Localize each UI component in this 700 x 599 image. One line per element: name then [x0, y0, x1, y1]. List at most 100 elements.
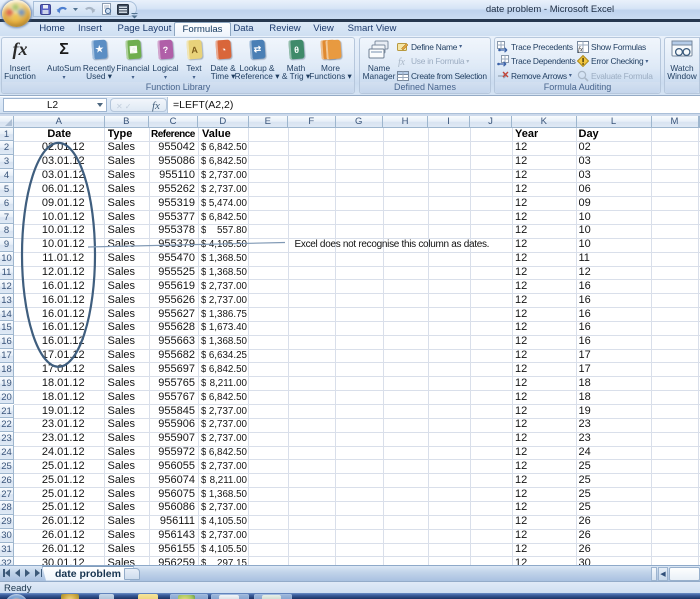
row-header-8[interactable]: 8: [0, 224, 14, 239]
taskbar-app-button-2[interactable]: [211, 593, 249, 599]
insert-function-button[interactable]: fx Insert Function: [2, 38, 38, 81]
insert-function-icon[interactable]: fx: [152, 100, 160, 112]
row-header-20[interactable]: 20: [0, 390, 14, 405]
trace-dependents-button[interactable]: Trace Dependents: [497, 54, 576, 68]
cell-value[interactable]: 6,634.25: [190, 349, 247, 363]
cell-date[interactable]: 03.01.12: [14, 169, 113, 183]
tab-view[interactable]: View: [303, 22, 344, 36]
cell-date[interactable]: 10.01.12: [14, 238, 113, 252]
cell-value[interactable]: 8,211.00: [190, 474, 247, 488]
cell-reference[interactable]: 955682: [149, 349, 195, 363]
cell-reference[interactable]: 955377: [149, 211, 195, 225]
formula-input[interactable]: =LEFT(A2,2): [167, 96, 700, 113]
cell-day[interactable]: 11: [579, 252, 590, 266]
cell-day[interactable]: 18: [579, 377, 591, 391]
cell-day[interactable]: 26: [579, 515, 591, 529]
cell-year[interactable]: 12: [515, 460, 527, 474]
cell-value[interactable]: 4,105.50: [190, 543, 247, 557]
cell-value[interactable]: 4,105.50: [190, 238, 247, 252]
cell-date[interactable]: 25.01.12: [14, 501, 113, 515]
row-header-12[interactable]: 12: [0, 279, 14, 294]
cell-date[interactable]: 25.01.12: [14, 474, 113, 488]
cell-type[interactable]: Sales: [108, 321, 136, 335]
cell-type[interactable]: Sales: [108, 474, 136, 488]
cell-date[interactable]: 06.01.12: [14, 183, 113, 197]
cell-year[interactable]: 12: [515, 155, 527, 169]
cell-day[interactable]: 10: [579, 224, 591, 238]
cell-reference[interactable]: 955767: [149, 391, 195, 405]
cell-reference[interactable]: 956086: [149, 501, 195, 515]
taskbar-app-button-1[interactable]: [170, 593, 208, 599]
cell-reference[interactable]: 955626: [149, 294, 195, 308]
cell-year[interactable]: 12: [515, 197, 527, 211]
cell-date[interactable]: 25.01.12: [14, 488, 113, 502]
cell-year[interactable]: 12: [515, 501, 527, 515]
row-header-1[interactable]: 1: [0, 127, 14, 142]
cell-value[interactable]: 2,737.00: [190, 169, 247, 183]
cell-reference[interactable]: 955525: [149, 266, 195, 280]
cell-date[interactable]: 17.01.12: [14, 349, 113, 363]
cell-type[interactable]: Sales: [108, 557, 136, 565]
row-header-17[interactable]: 17: [0, 349, 14, 363]
cell-reference[interactable]: 956259: [149, 557, 195, 565]
quick-table-button[interactable]: [116, 3, 130, 16]
hscroll-left-arrow[interactable]: ◀: [658, 566, 668, 581]
tab-insert[interactable]: Insert: [70, 22, 110, 36]
row-header-23[interactable]: 23: [0, 432, 14, 447]
cell-reference[interactable]: 955845: [149, 405, 195, 419]
cell-type[interactable]: Sales: [108, 460, 136, 474]
cell-reference[interactable]: 955086: [149, 155, 195, 169]
cell-reference[interactable]: 955319: [149, 197, 195, 211]
cell-year[interactable]: 12: [515, 432, 527, 446]
column-header-k[interactable]: K: [512, 115, 577, 128]
sheet-tab-date-problem[interactable]: date problem: [42, 566, 134, 581]
cell-reference[interactable]: 956055: [149, 460, 195, 474]
cell-type[interactable]: Sales: [108, 183, 136, 197]
cell-day[interactable]: 16: [579, 280, 591, 294]
cell-type[interactable]: Sales: [108, 501, 136, 515]
column-header-e[interactable]: E: [248, 115, 288, 128]
taskbar-browser-icon[interactable]: [61, 594, 79, 599]
cell-value[interactable]: 1,368.50: [190, 252, 247, 266]
row-header-6[interactable]: 6: [0, 196, 14, 211]
cell-reference[interactable]: 955470: [149, 252, 195, 266]
cell-day[interactable]: 06: [579, 183, 591, 197]
cell-reference[interactable]: 955378: [149, 224, 195, 238]
column-header-c[interactable]: C: [149, 115, 198, 128]
cell-type[interactable]: Sales: [108, 224, 136, 238]
cell-date[interactable]: 09.01.12: [14, 197, 113, 211]
row-header-22[interactable]: 22: [0, 418, 14, 433]
row-header-31[interactable]: 31: [0, 543, 14, 557]
column-header-i[interactable]: I: [428, 115, 470, 128]
cell-day[interactable]: 10: [579, 211, 591, 225]
row-header-7[interactable]: 7: [0, 210, 14, 225]
row-header-13[interactable]: 13: [0, 293, 14, 308]
cell-day[interactable]: 17: [579, 349, 591, 363]
redo-button[interactable]: [82, 3, 96, 16]
taskbar-window-icon[interactable]: [99, 594, 114, 599]
tab-split-handle[interactable]: [651, 566, 657, 581]
create-from-selection-button[interactable]: Create from Selection: [397, 69, 487, 83]
print-preview-button[interactable]: [99, 3, 113, 16]
cell-reference[interactable]: 956075: [149, 488, 195, 502]
cell-value[interactable]: 6,842.50: [190, 211, 247, 225]
header-date[interactable]: Date: [14, 128, 105, 142]
cell-type[interactable]: Sales: [108, 211, 136, 225]
cell-year[interactable]: 12: [515, 377, 527, 391]
cell-day[interactable]: 23: [579, 418, 591, 432]
cell-value[interactable]: 6,842.50: [190, 155, 247, 169]
name-box[interactable]: L2: [3, 98, 107, 112]
cell-year[interactable]: 12: [515, 391, 527, 405]
cell-date[interactable]: 02.01.12: [14, 141, 113, 155]
cell-reference[interactable]: 955379: [149, 238, 195, 252]
cell-type[interactable]: Sales: [108, 280, 136, 294]
column-header-g[interactable]: G: [335, 115, 383, 128]
tab-home[interactable]: Home: [32, 22, 72, 36]
cell-year[interactable]: 12: [515, 169, 527, 183]
cell-year[interactable]: 12: [515, 211, 527, 225]
cell-reference[interactable]: 955906: [149, 418, 195, 432]
cell-date[interactable]: 16.01.12: [14, 321, 113, 335]
cell-year[interactable]: 12: [515, 446, 527, 460]
row-header-25[interactable]: 25: [0, 459, 14, 474]
cell-value[interactable]: 1,368.50: [190, 335, 247, 349]
